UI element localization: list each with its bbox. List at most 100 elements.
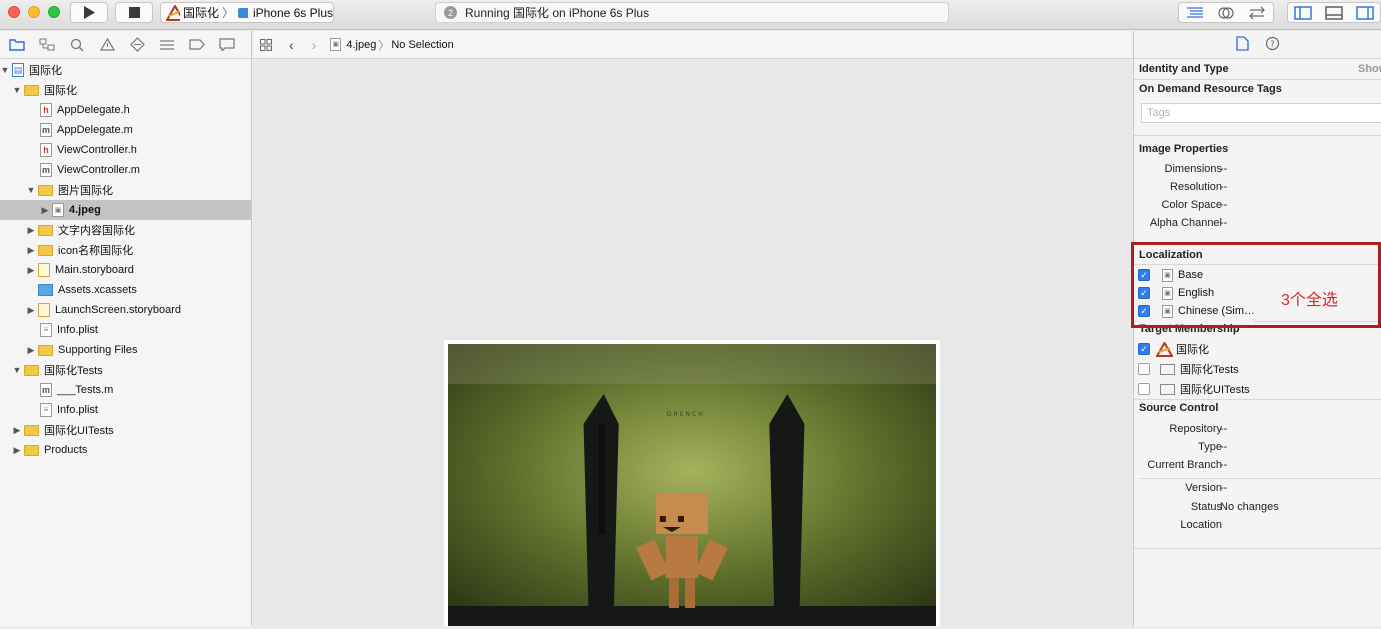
tree-item-group[interactable]: ▶ icon名称国际化 [0,240,251,260]
file-inspector-tab-icon[interactable] [1235,35,1249,54]
issue-navigator-tab-icon[interactable] [98,37,116,53]
prop-value: No changes [1220,501,1279,513]
scheme-selector[interactable]: 国际化 〉 iPhone 6s Plus [160,2,334,23]
jumpbar-selection[interactable]: No Selection [391,39,453,51]
report-navigator-tab-icon[interactable] [218,37,236,53]
tree-item-label: AppDelegate.m [57,124,133,136]
target-tests[interactable]: 国际化Tests [1138,360,1239,378]
tree-item-file[interactable]: ≡ Info.plist [0,400,251,420]
tree-item-label: 国际化UITests [44,425,114,437]
related-items-icon[interactable] [259,38,273,51]
tree-item-file[interactable]: ▶ LaunchScreen.storyboard [0,300,251,320]
activity-viewer: 2 Running 国际化 on iPhone 6s Plus [435,2,949,23]
divider [1134,548,1381,549]
checkbox-unchecked[interactable] [1138,383,1150,395]
prop-key: Current Branch [1147,459,1222,471]
photo-watermark: DRENCH [667,411,705,418]
identity-show-button[interactable]: Show [1358,63,1381,75]
run-button[interactable] [70,2,108,23]
tree-item-project[interactable]: ▼ ▤ 国际化 [0,60,251,80]
implementation-file-icon: m [40,163,52,177]
breakpoint-navigator-tab-icon[interactable] [188,37,206,53]
tree-item-group[interactable]: ▼ 国际化 [0,80,251,100]
tree-item-group[interactable]: ▶ Products [0,440,251,460]
implementation-file-icon: m [40,383,52,397]
disclosure-closed-icon[interactable]: ▶ [12,425,22,436]
navigator-toggle-icon[interactable] [1294,5,1313,20]
disclosure-open-icon[interactable]: ▼ [12,365,22,375]
disclosure-open-icon[interactable]: ▼ [12,85,22,95]
folder-icon [24,84,39,96]
image-file-icon: ▣ [52,203,64,217]
standard-editor-icon[interactable] [1186,6,1204,20]
tree-item-group[interactable]: ▼ 国际化Tests [0,360,251,380]
target-uitests[interactable]: 国际化UITests [1138,380,1250,398]
tree-item-file[interactable]: h ViewController.h [0,140,251,160]
chevron-right-icon: 〉 [378,39,390,52]
tree-item-file[interactable]: m ViewController.m [0,160,251,180]
toolbar: 国际化 〉 iPhone 6s Plus 2 Running 国际化 on iP… [0,0,1381,30]
target-app[interactable]: ✓ 国际化 [1138,340,1209,358]
forward-arrow-icon[interactable]: › [312,37,317,53]
checkbox-unchecked[interactable] [1138,363,1150,375]
target-label: 国际化Tests [1180,364,1239,376]
quick-help-tab-icon[interactable]: ? [1265,36,1280,54]
tree-item-file[interactable]: ≡ Info.plist [0,320,251,340]
status-row: Status No changes [1134,501,1381,517]
tree-item-file-selected[interactable]: ▶ ▣ 4.jpeg [0,200,251,220]
image-properties-title: Image Properties [1139,143,1229,155]
folder-icon [38,244,53,256]
tree-item-label: Supporting Files [58,344,138,356]
jumpbar-file[interactable]: 4.jpeg [346,39,376,51]
tree-item-label: Main.storyboard [55,264,134,276]
minimize-window-button[interactable] [28,6,40,18]
disclosure-open-icon[interactable]: ▼ [0,65,10,75]
resolution-row: Resolution -- [1134,181,1381,197]
zoom-window-button[interactable] [48,6,60,18]
disclosure-closed-icon[interactable]: ▶ [26,305,36,316]
assistant-editor-icon[interactable] [1217,6,1235,20]
storyboard-file-icon [38,263,50,277]
tree-item-label: 国际化 [29,65,62,77]
symbol-navigator-tab-icon[interactable] [38,37,56,53]
disclosure-open-icon[interactable]: ▼ [26,185,36,195]
navigator-tabs [0,31,251,59]
stop-button[interactable] [115,2,153,23]
tree-item-group[interactable]: ▼ 图片国际化 [0,180,251,200]
tree-item-file[interactable]: m ___Tests.m [0,380,251,400]
prop-key: Color Space [1161,199,1222,211]
version-editor-icon[interactable] [1248,6,1266,20]
disclosure-closed-icon[interactable]: ▶ [26,225,36,236]
debug-navigator-tab-icon[interactable] [158,37,176,53]
prop-value: -- [1220,199,1228,211]
tree-item-group[interactable]: ▶ 文字内容国际化 [0,220,251,240]
close-window-button[interactable] [8,6,20,18]
debug-area-toggle-icon[interactable] [1325,5,1343,20]
tree-item-file[interactable]: Assets.xcassets [0,280,251,300]
tree-item-label: Info.plist [57,404,98,416]
folder-icon [38,184,53,196]
tags-input[interactable]: Tags [1141,103,1381,123]
find-navigator-tab-icon[interactable] [68,37,86,53]
tree-item-group[interactable]: ▶ Supporting Files [0,340,251,360]
tree-item-file[interactable]: m AppDelegate.m [0,120,251,140]
back-arrow-icon[interactable]: ‹ [289,37,294,53]
tree-item-group[interactable]: ▶ 国际化UITests [0,420,251,440]
disclosure-closed-icon[interactable]: ▶ [40,205,50,216]
folder-icon [24,444,39,456]
disclosure-closed-icon[interactable]: ▶ [12,445,22,456]
tree-item-file[interactable]: h AppDelegate.h [0,100,251,120]
divider [1134,79,1381,80]
utilities-toggle-icon[interactable] [1355,5,1374,20]
checkbox-checked[interactable]: ✓ [1138,343,1150,355]
disclosure-closed-icon[interactable]: ▶ [26,245,36,256]
project-navigator-tab-icon[interactable] [8,37,26,53]
tree-item-file[interactable]: ▶ Main.storyboard [0,260,251,280]
disclosure-closed-icon[interactable]: ▶ [26,345,36,356]
image-editor-area: DRENCH [253,60,1132,626]
disclosure-closed-icon[interactable]: ▶ [26,265,36,276]
alpha-channel-row: Alpha Channel -- [1134,217,1381,233]
tree-item-label: 国际化Tests [44,365,103,377]
image-preview: DRENCH [444,340,940,626]
test-navigator-tab-icon[interactable] [128,37,146,53]
